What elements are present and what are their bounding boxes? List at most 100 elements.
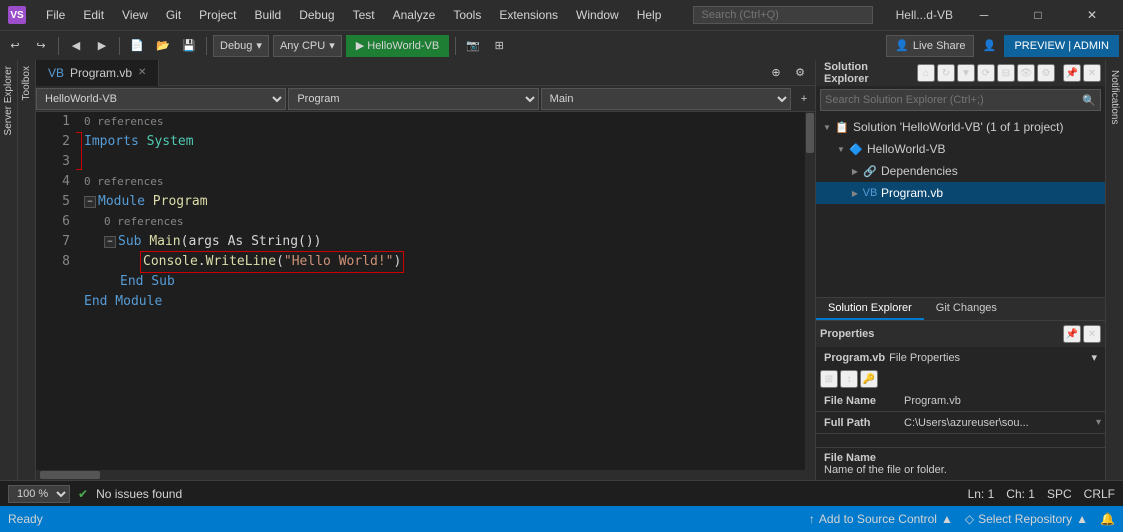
preview-admin-button[interactable]: PREVIEW | ADMIN [1004,35,1119,57]
props-grid-btn[interactable]: ⊞ [820,370,838,388]
solution-search-box[interactable]: 🔍 [820,89,1101,111]
vertical-scrollbar[interactable] [805,112,815,470]
server-explorer-tab[interactable]: Server Explorer [1,60,16,141]
tree-solution[interactable]: ▼ 📋 Solution 'HelloWorld-VB' (1 of 1 pro… [816,116,1105,138]
code-line-5: Console.WriteLine("Hello World!") [84,252,797,272]
no-issues-text: No issues found [96,487,182,501]
close-button[interactable]: ✕ [1069,1,1115,29]
menu-analyze[interactable]: Analyze [385,6,444,24]
right-panel: Solution Explorer ⌂ ↻ ▼ ⟳ ⊟ 👁 ⚙ 📌 ✕ 🔍 ▼ [815,60,1105,480]
show-all-btn[interactable]: 👁 [1017,64,1035,82]
platform-dropdown[interactable]: Any CPU▾ [273,35,342,57]
props-pin-btn[interactable]: 📌 [1063,325,1081,343]
props-sort-btn[interactable]: ↕ [840,370,858,388]
close-tab-icon[interactable]: ✕ [138,67,146,78]
pin-btn[interactable]: 📌 [1063,64,1081,82]
menu-view[interactable]: View [114,6,156,24]
main-toolbar: ↩ ↪ ◀ ▶ 📄 📂 💾 Debug▾ Any CPU▾ ▶ HelloWor… [0,30,1123,60]
new-file-button[interactable]: 📄 [126,35,148,57]
search-input[interactable] [693,6,873,24]
back-button[interactable]: ◀ [65,35,87,57]
editor-nav-bar: HelloWorld-VB Program Main + [36,86,815,112]
code-line-4: − Sub Main(args As String()) [84,232,797,252]
nav-member-dropdown[interactable]: Main [541,88,791,110]
position-text: Ln: 1 [968,487,995,501]
menu-test[interactable]: Test [345,6,383,24]
zoom-dropdown[interactable]: 100 % [8,485,70,503]
notifications-tab[interactable]: Notifications [1107,64,1122,130]
add-to-source-control-btn[interactable]: ↑ Add to Source Control ▲ [809,512,953,526]
solution-search-input[interactable] [821,94,1078,106]
menu-help[interactable]: Help [629,6,670,24]
debug-config-dropdown[interactable]: Debug▾ [213,35,269,57]
toolbox-tab[interactable]: Toolbox [19,60,34,106]
minimize-button[interactable]: ─ [961,1,1007,29]
status-right: Ln: 1 Ch: 1 SPC CRLF [960,487,1123,501]
editor-settings-button[interactable]: ⚙ [789,62,811,84]
maximize-button[interactable]: □ [1015,1,1061,29]
menu-debug[interactable]: Debug [291,6,342,24]
repo-icon: ◇ [965,512,974,526]
refresh-btn[interactable]: ⟳ [977,64,995,82]
forward-button[interactable]: ▶ [91,35,113,57]
props-filename-value: Program.vb [896,395,1105,407]
collapse-all-btn[interactable]: ⊟ [997,64,1015,82]
solution-tree: ▼ 📋 Solution 'HelloWorld-VB' (1 of 1 pro… [816,114,1105,297]
menu-git[interactable]: Git [158,6,189,24]
scrollbar-thumb [806,113,814,153]
menu-bar: File Edit View Git Project Build Debug T… [38,6,669,24]
tree-dependencies[interactable]: ▶ 🔗 Dependencies [816,160,1105,182]
nav-project-dropdown[interactable]: HelloWorld-VB [36,88,286,110]
code-line-2 [84,152,797,172]
menu-project[interactable]: Project [191,6,244,24]
menu-file[interactable]: File [38,6,73,24]
nav-file-dropdown[interactable]: Program [288,88,538,110]
tab-git-changes[interactable]: Git Changes [924,298,1009,320]
menu-window[interactable]: Window [568,6,627,24]
settings-btn[interactable]: ⚙ [1037,64,1055,82]
menu-tools[interactable]: Tools [445,6,489,24]
menu-extensions[interactable]: Extensions [491,6,566,24]
properties-header: Properties 📌 ✕ [816,321,1105,347]
solution-explorer-title: Solution Explorer [820,61,917,85]
menu-build[interactable]: Build [247,6,290,24]
props-key-btn[interactable]: 🔑 [860,370,878,388]
add-source-label: Add to Source Control [819,512,937,526]
menu-edit[interactable]: Edit [75,6,112,24]
horizontal-scrollbar[interactable] [36,470,815,480]
split-editor-button[interactable]: ⊕ [765,62,787,84]
redo-button[interactable]: ↪ [30,35,52,57]
notification-icon[interactable]: 🔔 [1100,512,1115,526]
tree-project[interactable]: ▼ 🔷 HelloWorld-VB [816,138,1105,160]
save-button[interactable]: 💾 [178,35,200,57]
open-button[interactable]: 📂 [152,35,174,57]
h-scrollbar-thumb [40,471,100,479]
collapse-sub-btn[interactable]: − [104,236,116,248]
collapse-module-btn[interactable]: − [84,196,96,208]
account-button[interactable]: 👤 [978,35,1000,57]
camera-button[interactable]: 📷 [462,35,484,57]
toolbox-panel: Toolbox [18,60,36,480]
filter-btn[interactable]: ▼ [957,64,975,82]
editor-tab-program[interactable]: VB Program.vb ✕ [36,60,159,86]
ready-text: Ready [8,512,43,526]
no-issues-icon: ✔ [78,487,88,501]
sync-btn[interactable]: ↻ [937,64,955,82]
live-share-label: Live Share [913,40,966,52]
select-repo-label: Select Repository [978,512,1072,526]
select-repository-btn[interactable]: ◇ Select Repository ▲ [965,512,1088,526]
select-repo-chevron: ▲ [1076,512,1088,526]
undo-button[interactable]: ↩ [4,35,26,57]
home-btn[interactable]: ⌂ [917,64,935,82]
layout-button[interactable]: ⊞ [488,35,510,57]
code-content[interactable]: 0 references Imports System 0 references… [76,112,805,470]
add-line-button[interactable]: + [793,88,815,110]
tab-solution-explorer[interactable]: Solution Explorer [816,298,924,320]
tree-program-vb[interactable]: ▶ VB Program.vb [816,182,1105,204]
run-button[interactable]: ▶ HelloWorld-VB [346,35,449,57]
props-close-btn[interactable]: ✕ [1083,325,1101,343]
close-panel-btn[interactable]: ✕ [1083,64,1101,82]
vb-file-icon: VB [48,66,64,80]
live-share-button[interactable]: 👤 Live Share [886,35,974,57]
props-table: File Name Program.vb Full Path C:\Users\… [816,390,1105,447]
